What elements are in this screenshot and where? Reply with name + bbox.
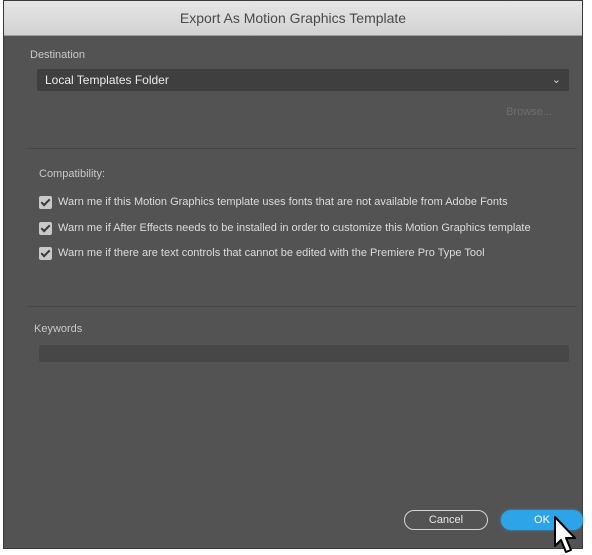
cancel-button[interactable]: Cancel xyxy=(404,510,488,530)
section-divider xyxy=(27,148,577,149)
compat-option-label: Warn me if After Effects needs to be ins… xyxy=(58,222,531,234)
dialog-title: Export As Motion Graphics Template xyxy=(179,10,407,26)
section-divider xyxy=(27,306,577,307)
compat-option-type-tool[interactable]: Warn me if there are text controls that … xyxy=(39,244,485,262)
export-mogrt-dialog: Export As Motion Graphics Template Desti… xyxy=(3,0,583,549)
checkbox-fonts[interactable] xyxy=(39,195,52,209)
keywords-label: Keywords xyxy=(34,323,83,335)
keywords-input[interactable] xyxy=(39,345,569,362)
compat-option-label: Warn me if there are text controls that … xyxy=(58,247,485,259)
checkbox-type-tool[interactable] xyxy=(39,246,52,260)
compatibility-label: Compatibility: xyxy=(39,168,106,180)
dialog-title-bar[interactable]: Export As Motion Graphics Template xyxy=(4,1,582,36)
destination-dropdown[interactable]: Local Templates Folder ⌄ xyxy=(37,69,569,91)
checkbox-after-effects[interactable] xyxy=(39,221,52,235)
browse-button[interactable]: Browse... xyxy=(489,101,569,123)
compat-option-fonts[interactable]: Warn me if this Motion Graphics template… xyxy=(39,193,508,211)
destination-selected-value: Local Templates Folder xyxy=(45,73,169,87)
compat-option-after-effects[interactable]: Warn me if After Effects needs to be ins… xyxy=(39,219,531,237)
compat-option-label: Warn me if this Motion Graphics template… xyxy=(58,196,508,208)
destination-label: Destination xyxy=(30,49,86,61)
chevron-down-icon: ⌄ xyxy=(551,74,561,86)
mouse-cursor-icon xyxy=(554,516,576,553)
